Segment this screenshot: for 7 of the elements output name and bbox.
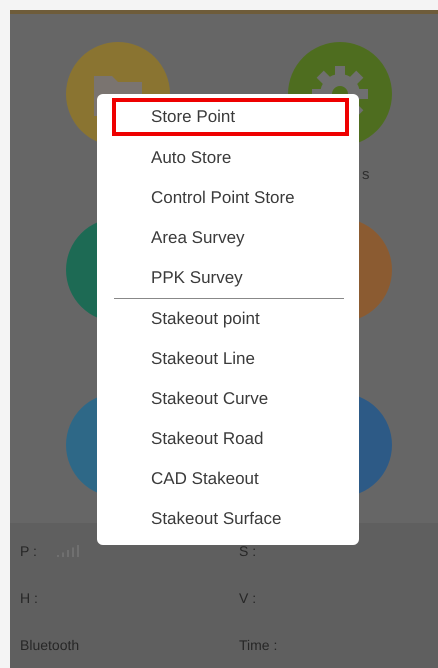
tile-label: s — [362, 166, 370, 183]
status-label: Time : — [239, 636, 278, 652]
status-label: P : — [20, 542, 37, 558]
status-label: Bluetooth — [20, 636, 80, 652]
status-label: H : — [20, 590, 38, 606]
status-label: S : — [239, 542, 256, 558]
status-label: V : — [239, 590, 256, 606]
